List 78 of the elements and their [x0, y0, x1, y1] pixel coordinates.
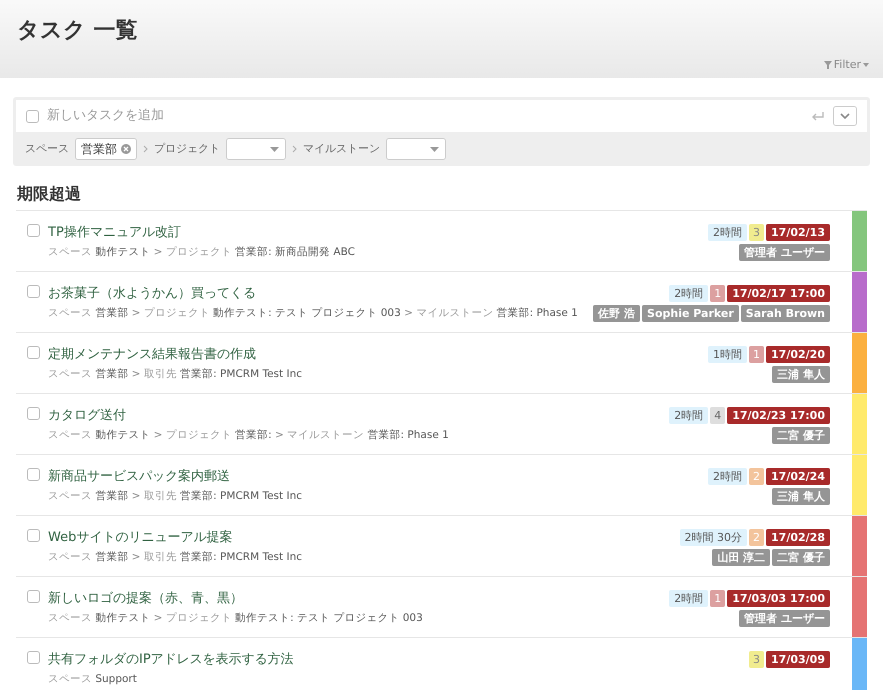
estimate-badge: 2時間 30分	[680, 529, 748, 546]
due-date-badge: 17/02/28	[766, 529, 830, 546]
task-title[interactable]: カタログ送付	[48, 406, 126, 426]
estimate-badge: 2時間	[669, 285, 708, 302]
priority-badge: 1	[749, 346, 764, 363]
caret-icon	[270, 146, 279, 152]
clear-icon	[121, 144, 131, 154]
task-path: スペース 動作テスト > プロジェクト 営業部: > マイルストーン 営業部: Phase 1	[48, 428, 449, 442]
space-label: スペース	[25, 140, 69, 157]
assignee-tag: 二宮 優子	[772, 427, 830, 444]
checkbox[interactable]	[27, 529, 40, 542]
checkbox[interactable]	[26, 110, 39, 122]
checkbox[interactable]	[27, 590, 40, 603]
task-path: スペース 営業部 > 取引先 営業部: PMCRM Test Inc	[48, 366, 302, 382]
milestone-label: マイルストーン	[303, 140, 380, 157]
due-date-badge: 17/03/03 17:00	[727, 590, 830, 607]
assignee-tag: 管理者 ユーザー	[739, 244, 830, 261]
checkbox[interactable]	[27, 468, 40, 481]
priority-badge: 2	[749, 529, 764, 546]
due-date-badge: 17/02/20	[766, 346, 830, 363]
task-title[interactable]: Webサイトのリニューアル提案	[48, 528, 232, 548]
expand-button[interactable]	[833, 106, 857, 126]
due-date-badge: 17/03/09	[766, 651, 830, 668]
priority-badge: 4	[710, 407, 726, 424]
assignee-tag: 三浦 隼人	[772, 366, 830, 383]
task-path: スペース 営業部 > プロジェクト 動作テスト: テスト プロジェクト 003 > マイルストーン 営業部: Phase 1	[48, 306, 578, 320]
task-path: スペース 動作テスト > プロジェクト 動作テスト: テスト プロジェクト 003	[48, 610, 423, 626]
priority-badge: 2	[749, 468, 764, 485]
page-title: タスク 一覧	[17, 17, 138, 45]
assignee-tag: 管理者 ユーザー	[739, 610, 830, 627]
priority-badge: 1	[710, 590, 726, 607]
chevron-down-icon	[840, 113, 850, 119]
caret-icon	[863, 63, 869, 68]
checkbox[interactable]	[27, 224, 40, 237]
assignee-tag: 佐野 浩	[593, 305, 640, 322]
checkbox[interactable]	[27, 651, 40, 664]
assignee-tag: 二宮 優子	[772, 549, 830, 566]
assignee-tag: Sarah Brown	[740, 305, 830, 322]
filter-icon	[824, 61, 832, 70]
task-title[interactable]: お茶菓子（水ようかん）買ってくる	[48, 284, 256, 304]
project-label: プロジェクト	[154, 140, 220, 157]
estimate-badge: 2時間	[708, 224, 748, 241]
due-date-badge: 17/02/17 17:00	[727, 285, 830, 302]
checkbox[interactable]	[27, 346, 40, 359]
enter-icon	[811, 111, 825, 121]
task-path: スペース Support	[48, 672, 137, 686]
new-task-input[interactable]: 新しいタスクを追加	[47, 106, 803, 126]
priority-badge: 3	[749, 651, 764, 668]
task-title[interactable]: 新商品サービスパック案内郵送	[48, 467, 230, 486]
milestone-dropdown[interactable]	[386, 138, 446, 160]
assignee-tag: Sophie Parker	[642, 305, 739, 322]
task-path: スペース 動作テスト > プロジェクト 営業部: 新商品開発 ABC	[48, 244, 355, 260]
estimate-badge: 2時間	[669, 590, 708, 607]
priority-badge: 1	[710, 285, 726, 302]
task-title[interactable]: 定期メンテナンス結果報告書の作成	[48, 345, 256, 364]
chevron-right-icon	[143, 145, 148, 153]
checkbox[interactable]	[27, 285, 40, 298]
task-path: スペース 営業部 > 取引先 営業部: PMCRM Test Inc	[48, 550, 302, 564]
assignee-tag: 山田 淳二	[712, 549, 770, 566]
priority-badge: 3	[749, 224, 764, 241]
space-tag[interactable]: 営業部	[75, 138, 137, 160]
task-title[interactable]: TP操作マニュアル改訂	[48, 223, 181, 242]
due-date-badge: 17/02/24	[766, 468, 830, 485]
assignee-tag: 三浦 隼人	[772, 488, 830, 505]
new-task-field[interactable]: 新しいタスクを追加	[16, 100, 867, 132]
project-dropdown[interactable]	[226, 138, 286, 160]
caret-icon	[430, 146, 439, 152]
task-title[interactable]: 共有フォルダのIPアドレスを表示する方法	[48, 650, 294, 670]
estimate-badge: 2時間	[708, 468, 748, 485]
chevron-right-icon	[292, 145, 297, 153]
checkbox[interactable]	[27, 407, 40, 420]
section-heading: 期限超過	[17, 183, 82, 205]
task-title[interactable]: 新しいロゴの提案（赤、青、黒）	[48, 589, 243, 608]
due-date-badge: 17/02/13	[766, 224, 830, 241]
estimate-badge: 1時間	[708, 346, 748, 363]
task-path: スペース 営業部 > 取引先 営業部: PMCRM Test Inc	[48, 488, 302, 504]
due-date-badge: 17/02/23 17:00	[727, 407, 830, 424]
estimate-badge: 2時間	[669, 407, 708, 424]
